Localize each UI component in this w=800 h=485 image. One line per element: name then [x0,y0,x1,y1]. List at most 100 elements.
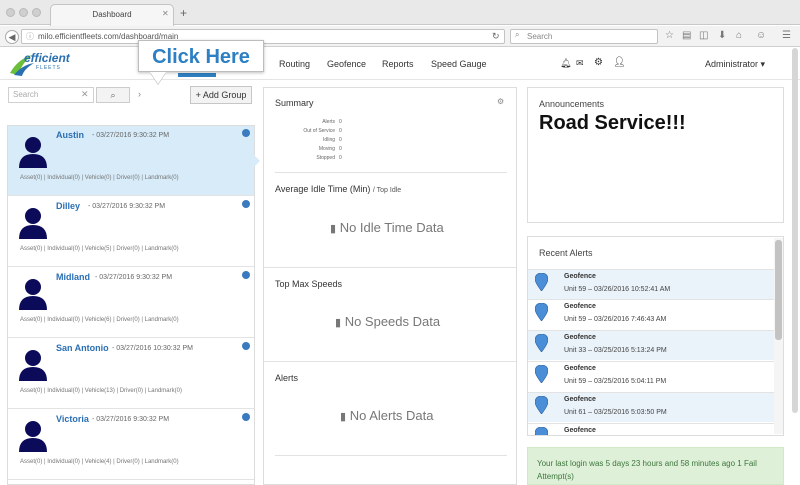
alert-row[interactable]: Geofence Unit 33 – 03/25/2016 5:13:24 PM [528,330,774,360]
logo-subtext: FLEETS [36,65,61,71]
search-icon: ⌕ [515,30,520,39]
summary-title: Summary [275,98,314,108]
group-name[interactable]: Dilley [56,201,80,211]
stat-value: 0 [339,119,342,125]
download-icon[interactable]: ⬇ [718,30,726,42]
alert-type: Geofence [564,427,596,434]
settings-gear-icon[interactable]: ⚙ [497,97,504,106]
menu-icon[interactable]: ☰ [782,30,791,42]
nav-routing[interactable]: Routing [279,59,310,69]
pocket-icon[interactable]: ◫ [699,30,708,42]
group-date: - 03/27/2016 9:30:32 PM [88,203,166,210]
map-pin-icon [535,273,548,291]
globe-icon[interactable] [242,342,250,350]
group-name[interactable]: Midland [56,272,90,282]
globe-icon[interactable] [242,129,250,137]
stat-label: Stopped [316,155,335,161]
login-info-message: Your last login was 5 days 23 hours and … [527,447,784,485]
alert-type: Geofence [564,273,596,280]
gear-icon[interactable]: ⚙ [594,57,603,68]
clear-icon[interactable]: ✕ [81,89,89,100]
group-list: Austin - 03/27/2016 9:30:32 PM Asset(0) … [7,125,255,485]
stat-value: 0 [339,128,342,134]
alert-detail: Unit 59 – 03/26/2016 10:52:41 AM [564,286,671,293]
stat-label: Idling [323,137,335,143]
chevron-right-icon[interactable]: › [138,89,141,99]
bookmark-star-icon[interactable]: ☆ [665,30,674,42]
user-menu[interactable]: Administrator ▾ [705,59,765,70]
home-icon[interactable]: ⌂ [736,30,742,42]
announcement-text: Road Service!!! [539,112,686,134]
map-pin-icon [535,427,548,435]
nav-geofence[interactable]: Geofence [327,59,366,69]
alert-row[interactable]: Geofence Unit 59 – 03/25/2016 5:04:11 PM [528,361,774,391]
window-zoom-button[interactable] [32,8,41,17]
stat-row: Moving 0 [260,146,342,155]
map-pin-icon [535,334,548,352]
back-button[interactable]: ◀ [5,30,19,44]
summary-stats: Alerts 0 Out of Service 0 Idling 0 Moving 0 … [260,119,342,164]
user-icon[interactable]: 👤︎ [613,57,626,68]
alerts-empty-state: ▮ No Alerts Data [340,408,434,423]
reading-list-icon[interactable]: ▤ [682,30,691,42]
alert-row[interactable]: Geofence [528,423,774,435]
alerts-empty-text: No Alerts Data [349,408,434,423]
group-date: - 03/27/2016 9:30:32 PM [95,274,173,281]
group-row-san-antonio[interactable]: San Antonio - 03/27/2016 10:30:32 PM Ass… [8,339,254,409]
info-icon[interactable]: ⓘ [26,31,34,42]
window-close-button[interactable] [6,8,15,17]
divider [275,172,507,173]
idle-title: Average Idle Time (Min) [275,184,371,194]
alert-row[interactable]: Geofence Unit 61 – 03/25/2016 5:03:50 PM [528,392,774,422]
group-name[interactable]: San Antonio [56,343,109,353]
group-counts: Asset(0) | Individual(0) | Vehicle(5) | … [20,246,179,252]
alert-detail: Unit 61 – 03/25/2016 5:03:50 PM [564,409,667,416]
avatar-icon [19,421,47,452]
reload-icon[interactable]: ↻ [492,31,500,42]
alert-row[interactable]: Geofence Unit 59 – 03/26/2016 10:52:41 A… [528,269,774,299]
active-nav-indicator [178,73,216,77]
group-row-victoria[interactable]: Victoria - 03/27/2016 9:30:32 PM Asset(0… [8,410,254,480]
map-pin-icon [535,396,548,414]
group-name[interactable]: Victoria [56,414,89,424]
nav-reports[interactable]: Reports [382,59,414,69]
group-row-dilley[interactable]: Dilley - 03/27/2016 9:30:32 PM Asset(0) … [8,197,254,267]
logo-text: efficient [24,51,70,65]
group-date: - 03/27/2016 9:30:32 PM [92,416,170,423]
group-counts: Asset(0) | Individual(0) | Vehicle(13) |… [20,388,182,394]
alerts-scroll-thumb[interactable] [775,240,782,340]
alert-type: Geofence [564,396,596,403]
alert-row[interactable]: Geofence Unit 59 – 03/26/2016 7:46:43 AM [528,299,774,329]
bar-chart-icon: ▮ [340,411,347,423]
page-scrollbar[interactable] [792,48,798,413]
group-name[interactable]: Austin [56,130,84,140]
group-counts: Asset(0) | Individual(0) | Vehicle(0) | … [20,175,179,181]
alert-type: Geofence [564,303,596,310]
new-tab-button[interactable]: + [180,7,187,19]
window-minimize-button[interactable] [19,8,28,17]
speeds-empty-state: ▮ No Speeds Data [335,314,440,329]
alert-detail: Unit 59 – 03/25/2016 5:04:11 PM [564,378,667,385]
stat-row: Out of Service 0 [260,128,342,137]
group-row-midland[interactable]: Midland - 03/27/2016 9:30:32 PM Asset(0)… [8,268,254,338]
globe-icon[interactable] [242,271,250,279]
mail-icon[interactable]: ✉ [576,58,584,69]
search-button[interactable]: ⌕ [96,87,130,103]
group-row-austin[interactable]: Austin - 03/27/2016 9:30:32 PM Asset(0) … [8,126,254,196]
add-group-button[interactable]: + Add Group [190,86,252,104]
globe-icon[interactable] [242,413,250,421]
top-idle-link[interactable]: / Top Idle [373,187,401,194]
browser-search-input[interactable]: Search [510,29,658,44]
bell-icon[interactable]: 🔔︎ [560,58,571,69]
group-counts: Asset(0) | Individual(0) | Vehicle(6) | … [20,317,179,323]
divider [275,455,507,456]
speeds-title: Top Max Speeds [275,279,343,289]
avatar-icon [19,279,47,310]
browser-tab[interactable]: Dashboard [50,4,174,26]
tab-close-icon[interactable]: ✕ [162,9,169,18]
smiley-icon[interactable]: ☺ [756,30,766,42]
nav-speed-gauge[interactable]: Speed Gauge [431,59,487,69]
stat-row: Stopped 0 [260,155,341,164]
idle-title-row: Average Idle Time (Min) / Top Idle [275,184,401,194]
globe-icon[interactable] [242,200,250,208]
